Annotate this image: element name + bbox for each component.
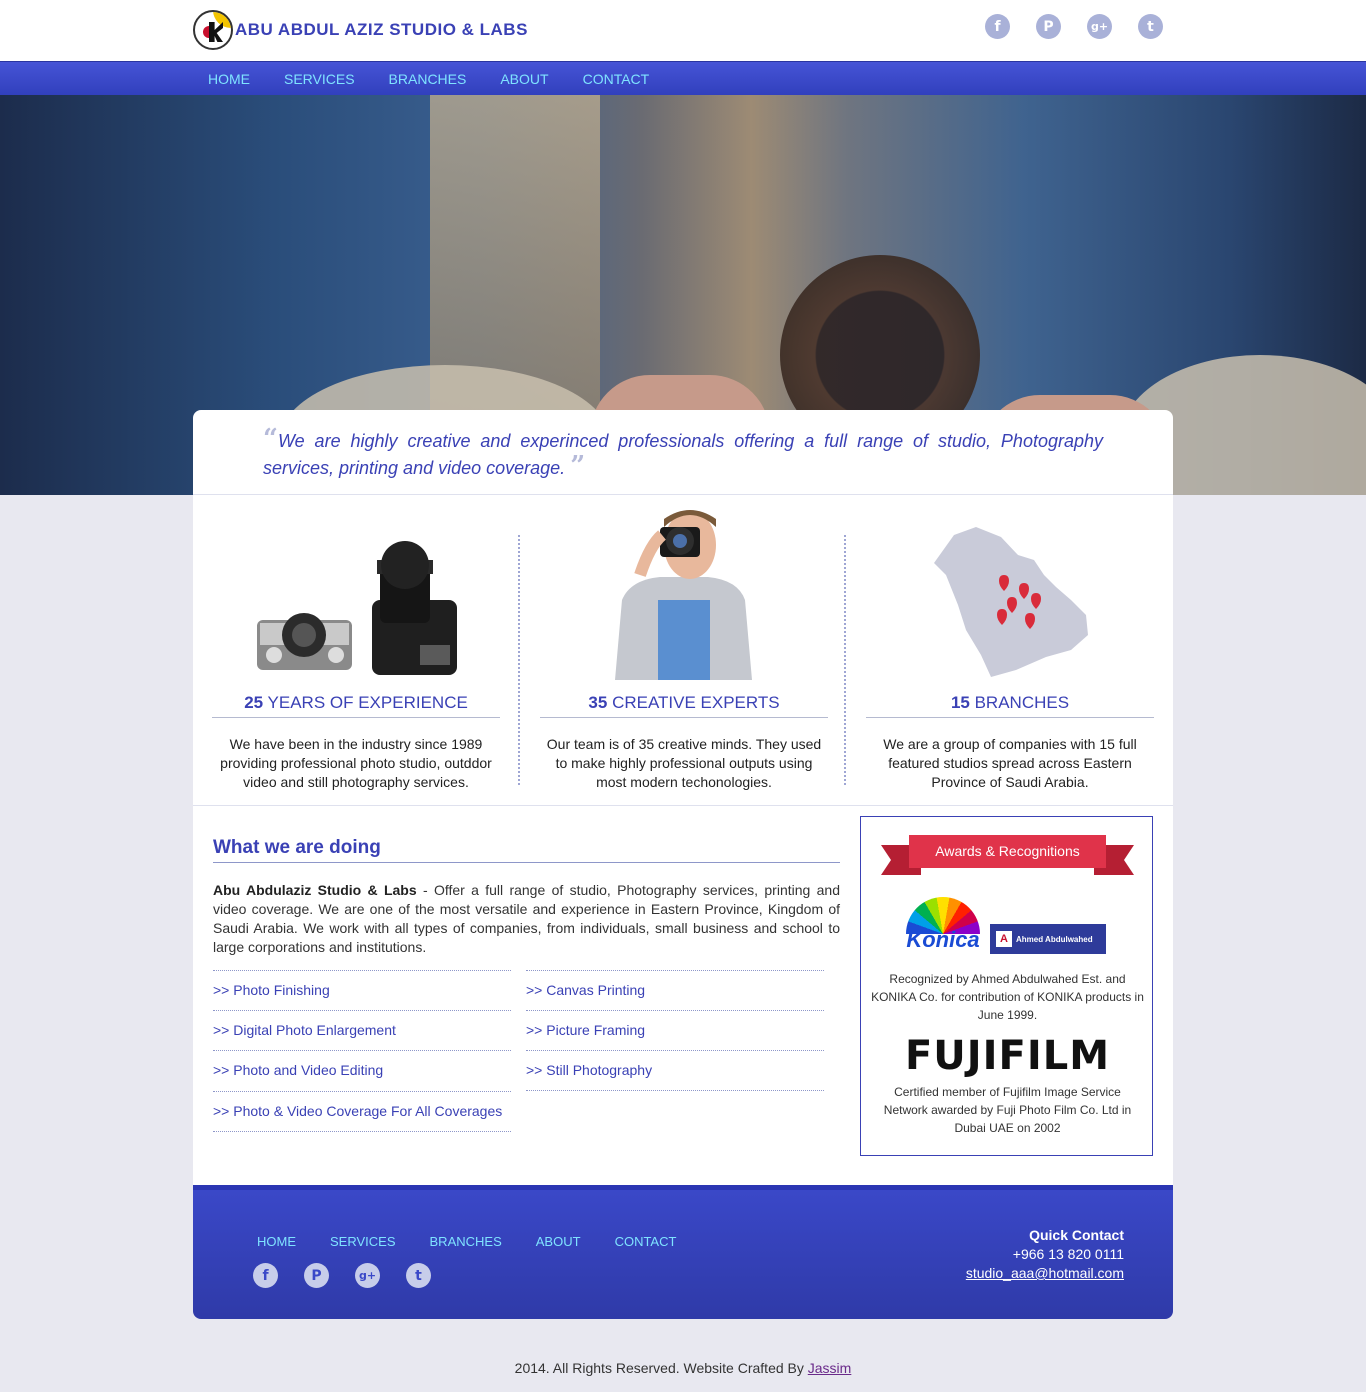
quick-contact: Quick Contact +966 13 820 0111 studio_aa… (966, 1226, 1124, 1283)
email-link[interactable]: studio_aaa@hotmail.com (966, 1265, 1124, 1281)
awards-box: Awards & Recognitions Konica A Ahmed Abdu… (860, 816, 1153, 1156)
main-nav: HOME SERVICES BRANCHES ABOUT CONTACT (208, 62, 649, 96)
nav-contact[interactable]: CONTACT (583, 71, 650, 87)
feature-heading: 35 CREATIVE EXPERTS (588, 693, 780, 712)
facebook-icon[interactable]: f (985, 14, 1010, 39)
feature-branches: 15 BRANCHES We are a group of companies … (866, 505, 1154, 805)
footer: HOME SERVICES BRANCHES ABOUT CONTACT f P… (193, 1185, 1173, 1319)
brand-name: ABU ABDUL AZIZ STUDIO & LABS (235, 20, 528, 39)
about-section: What we are doing Abu Abdulaziz Studio &… (213, 837, 840, 1135)
feature-experts: 35 CREATIVE EXPERTS Our team is of 35 cr… (540, 505, 828, 805)
service-link[interactable]: >> Still Photography (526, 1050, 824, 1091)
feature-heading: 25 YEARS OF EXPERIENCE (244, 693, 468, 712)
feature-text: Our team is of 35 creative minds. They u… (546, 736, 822, 790)
close-quote-icon: ” (570, 451, 586, 481)
main-navbar: HOME SERVICES BRANCHES ABOUT CONTACT (0, 61, 1366, 95)
awards-ribbon: Awards & Recognitions (881, 835, 1134, 875)
footer-nav-branches[interactable]: BRANCHES (430, 1234, 502, 1249)
feature-experience: 25 YEARS OF EXPERIENCE We have been in t… (212, 505, 500, 805)
feature-heading: 15 BRANCHES (950, 693, 1070, 712)
about-text: Abu Abdulaziz Studio & Labs - Offer a fu… (213, 882, 840, 955)
saudi-map-image (934, 527, 1088, 677)
service-link[interactable]: >> Picture Framing (526, 1010, 824, 1051)
intro-quote: “We are highly creative and experinced p… (263, 424, 1103, 481)
nav-services[interactable]: SERVICES (284, 71, 355, 87)
facebook-icon[interactable]: f (253, 1263, 278, 1288)
header-social-links: f P g+ t (985, 14, 1163, 39)
service-link[interactable]: >> Photo Finishing (213, 970, 511, 1011)
phone-number: +966 13 820 0111 (1012, 1246, 1124, 1262)
nav-about[interactable]: ABOUT (500, 71, 548, 87)
quick-contact-heading: Quick Contact (1029, 1227, 1124, 1243)
pinterest-icon[interactable]: P (1036, 14, 1061, 39)
twitter-icon[interactable]: t (406, 1263, 431, 1288)
logo-badge-icon (193, 10, 233, 50)
divider (193, 494, 1173, 495)
quote-text: We are highly creative and experinced pr… (263, 431, 1103, 478)
services-list: >> Photo Finishing >> Digital Photo Enla… (213, 970, 840, 1135)
service-link[interactable]: >> Photo & Video Coverage For All Covera… (213, 1091, 511, 1132)
feature-text: We are a group of companies with 15 full… (883, 736, 1137, 790)
logo[interactable]: ABU ABDUL AZIZ STUDIO & LABS (193, 9, 528, 51)
copyright: 2014. All Rights Reserved. Website Craft… (514, 1360, 852, 1376)
footer-nav-services[interactable]: SERVICES (330, 1234, 396, 1249)
google-plus-icon[interactable]: g+ (1087, 14, 1112, 39)
photographer-image (615, 510, 752, 680)
cameras-image (257, 541, 457, 675)
footer-nav-home[interactable]: HOME (257, 1234, 296, 1249)
main-content: “We are highly creative and experinced p… (193, 410, 1173, 1185)
footer-social-links: f P g+ t (253, 1263, 431, 1288)
open-quote-icon: “ (263, 424, 278, 454)
pinterest-icon[interactable]: P (304, 1263, 329, 1288)
feature-divider (844, 535, 846, 785)
konica-logo: Konica (906, 897, 980, 955)
fujifilm-logo: FUJIFILM (904, 1033, 1111, 1079)
nav-home[interactable]: HOME (208, 71, 250, 87)
google-plus-icon[interactable]: g+ (355, 1263, 380, 1288)
twitter-icon[interactable]: t (1138, 14, 1163, 39)
service-link[interactable]: >> Photo and Video Editing (213, 1050, 511, 1091)
konica-award-text: Recognized by Ahmed Abdulwahed Est. and … (871, 972, 1144, 1022)
service-link[interactable]: >> Canvas Printing (526, 970, 824, 1011)
footer-nav: HOME SERVICES BRANCHES ABOUT CONTACT (257, 1234, 676, 1249)
feature-text: We have been in the industry since 1989 … (220, 736, 492, 790)
divider (193, 805, 1173, 806)
awards-title: Awards & Recognitions (909, 835, 1106, 868)
ahmed-abdulwahed-logo: A Ahmed Abdulwahed (990, 924, 1106, 954)
feature-divider (518, 535, 520, 785)
nav-branches[interactable]: BRANCHES (389, 71, 467, 87)
fuji-award-text: Certified member of Fujifilm Image Servi… (883, 1085, 1132, 1135)
about-heading: What we are doing (213, 837, 840, 863)
footer-nav-about[interactable]: ABOUT (536, 1234, 581, 1249)
footer-nav-contact[interactable]: CONTACT (615, 1234, 677, 1249)
author-link[interactable]: Jassim (808, 1360, 852, 1376)
service-link[interactable]: >> Digital Photo Enlargement (213, 1010, 511, 1051)
header: ABU ABDUL AZIZ STUDIO & LABS f P g+ t (0, 0, 1366, 61)
